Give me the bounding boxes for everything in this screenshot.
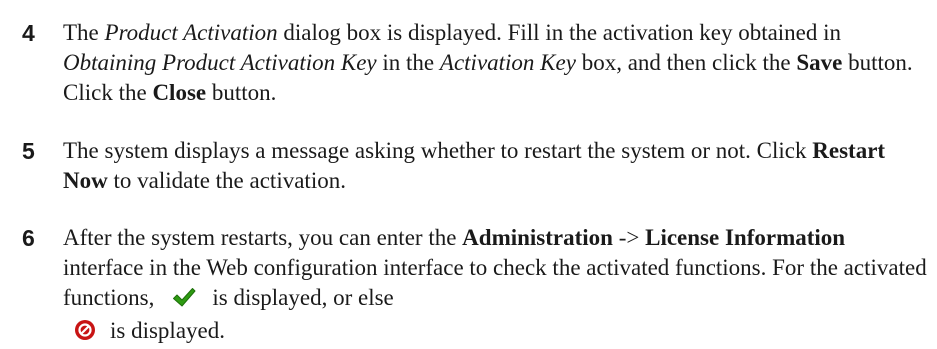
text-run: to validate the activation.: [107, 168, 346, 193]
menu-administration: Administration: [462, 225, 613, 250]
text-run: After the system restarts, you can enter…: [63, 225, 463, 250]
text-run: in the: [376, 50, 440, 75]
text-run: dialog box is displayed. Fill in the act…: [277, 20, 842, 45]
step-number: 6: [22, 225, 35, 251]
text-run: is displayed, or else: [212, 285, 394, 310]
step-text: After the system restarts, you can enter…: [63, 223, 929, 349]
forbidden-icon: [74, 319, 96, 349]
text-run: is displayed.: [110, 318, 225, 343]
dialog-name: Product Activation: [104, 20, 278, 45]
step-text: The Product Activation dialog box is dis…: [63, 18, 929, 108]
menu-license-information: License Information: [645, 225, 846, 250]
text-run: ->: [612, 225, 646, 250]
step-number: 5: [22, 138, 35, 164]
text-run: The system displays a message asking whe…: [63, 138, 813, 163]
text-run: button.: [206, 80, 277, 105]
section-reference: Obtaining Product Activation Key: [63, 50, 377, 75]
text-run: box, and then click the: [575, 50, 797, 75]
close-label: Close: [152, 80, 207, 105]
text-run: The: [63, 20, 105, 45]
field-name: Activation Key: [439, 50, 576, 75]
step-number: 4: [22, 20, 35, 46]
save-label: Save: [796, 50, 843, 75]
check-icon: [172, 286, 196, 316]
step-text: The system displays a message asking whe…: [63, 136, 929, 196]
